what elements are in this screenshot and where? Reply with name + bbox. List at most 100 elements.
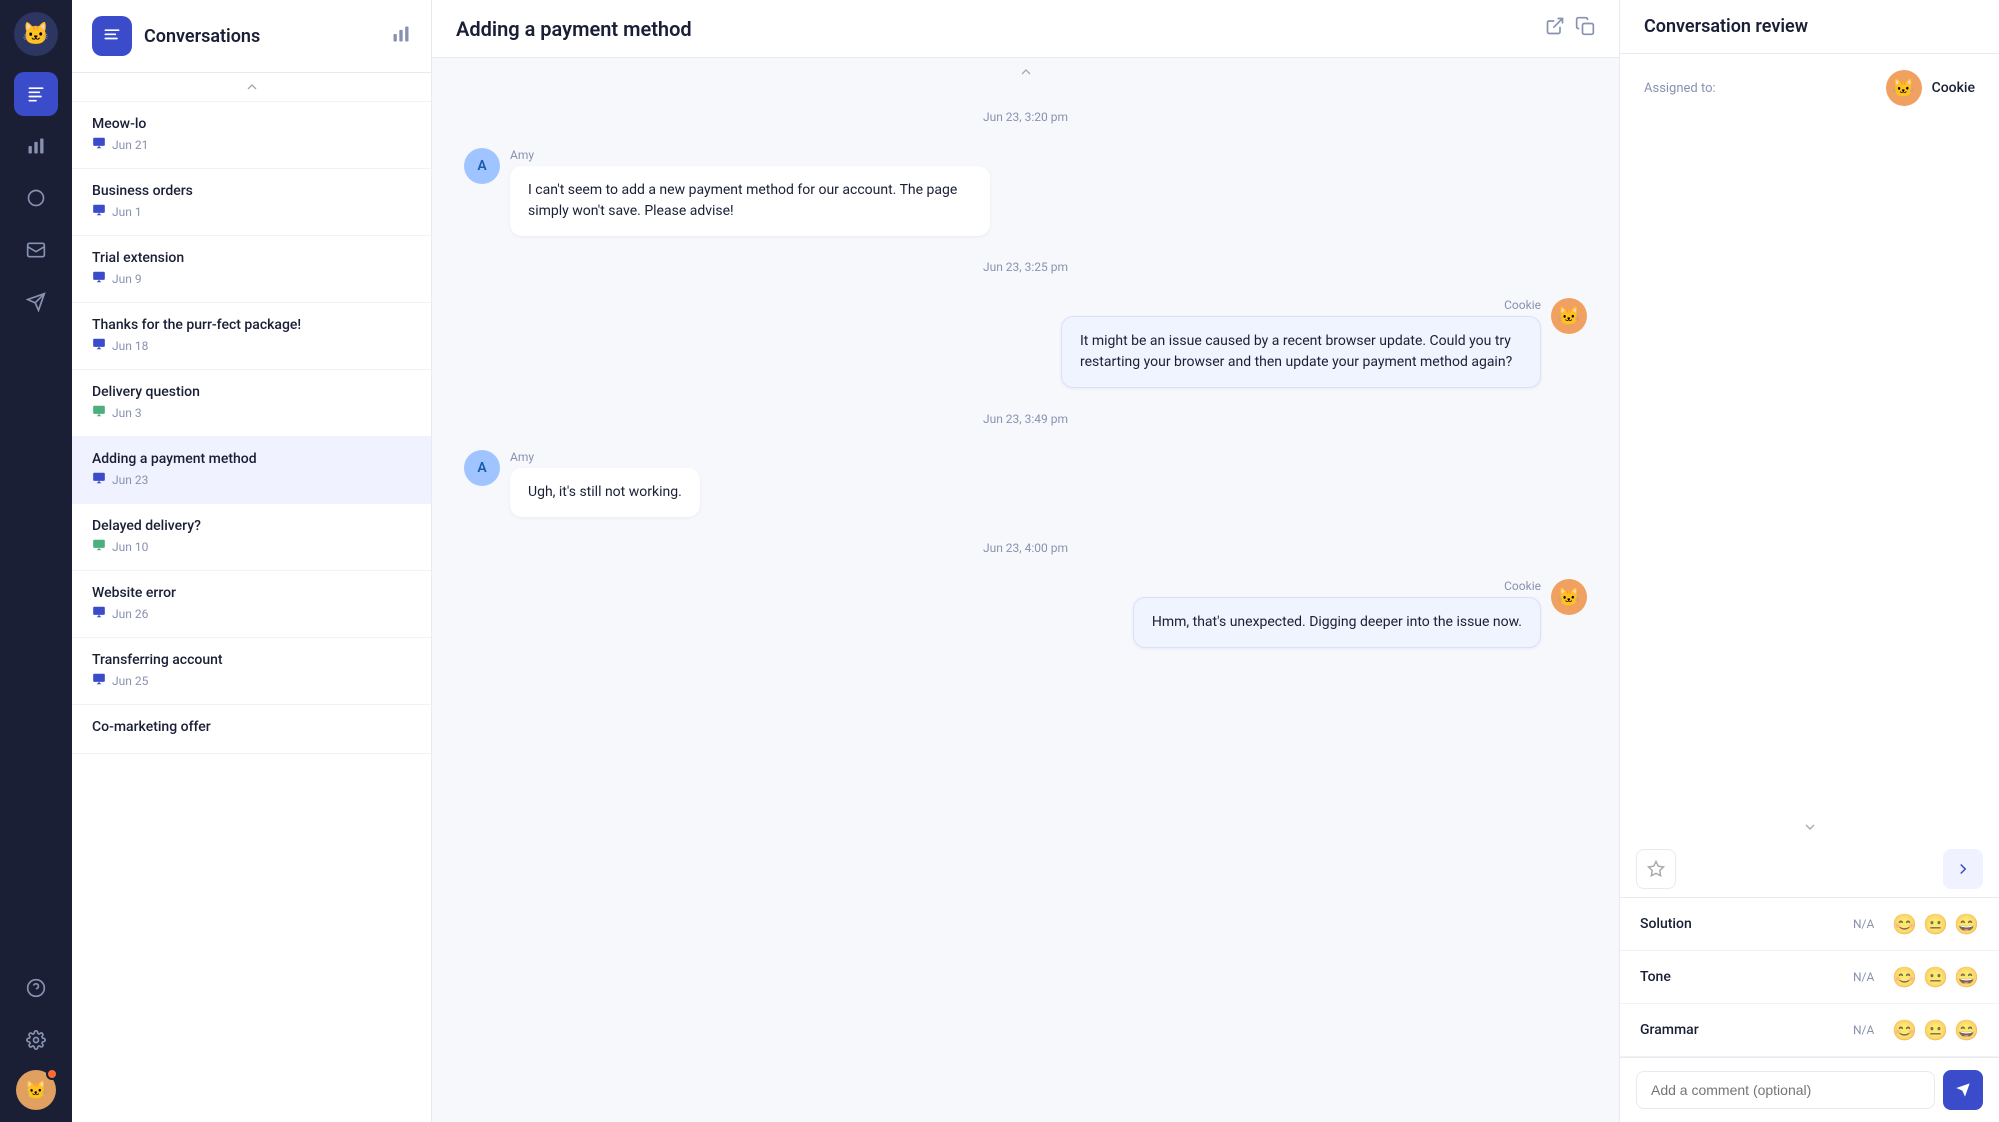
- sidebar-item-delivery-question[interactable]: Delivery question Jun 3: [72, 370, 431, 437]
- zendesk-icon: [92, 270, 106, 288]
- emoji-tone[interactable]: 😊: [1892, 965, 1917, 989]
- sidebar-stats-icon[interactable]: [391, 24, 411, 49]
- emoji-grammar[interactable]: 😐: [1923, 1018, 1948, 1042]
- zendesk-icon: [92, 672, 106, 690]
- message-avatar: 🐱: [1551, 298, 1587, 334]
- sidebar-item-date: Jun 3: [112, 406, 142, 420]
- sidebar-item-date: Jun 23: [112, 473, 148, 487]
- message-timestamp: Jun 23, 4:00 pm: [464, 541, 1587, 555]
- chat-header: Adding a payment method: [432, 0, 1619, 58]
- sidebar-item-meta: Jun 26: [92, 605, 411, 623]
- sidebar-header-icon: [92, 16, 132, 56]
- comment-section: [1620, 1057, 1999, 1122]
- sidebar-item-transferring-account[interactable]: Transferring account Jun 25: [72, 638, 431, 705]
- conversations-sidebar: Conversations Meow-lo Jun 21 Business or…: [72, 0, 432, 1122]
- zendesk-icon: [92, 337, 106, 355]
- sidebar-title: Conversations: [144, 26, 379, 47]
- review-row-grammar: Grammar N/A 😊😐😄: [1620, 1004, 1999, 1057]
- review-header: Conversation review: [1620, 0, 1999, 54]
- message-sender: Cookie: [1061, 298, 1541, 312]
- message-sender: Amy: [510, 148, 990, 162]
- sidebar-item-date: Jun 18: [112, 339, 148, 353]
- sidebar-item-title: Transferring account: [92, 652, 411, 668]
- emoji-solution[interactable]: 😊: [1892, 912, 1917, 936]
- forward-button[interactable]: [1943, 849, 1983, 889]
- sidebar-scroll-up[interactable]: [72, 73, 431, 102]
- sidebar-item-trial-extension[interactable]: Trial extension Jun 9: [72, 236, 431, 303]
- sidebar-item-title: Website error: [92, 585, 411, 601]
- review-ratings-section: Solution N/A 😊😐😄 Tone N/A 😊😐😄 Grammar N/…: [1620, 897, 1999, 1057]
- emoji-tone[interactable]: 😄: [1954, 965, 1979, 989]
- sidebar-item-title: Trial extension: [92, 250, 411, 266]
- message-avatar: A: [464, 450, 500, 486]
- review-na-label: N/A: [1853, 1023, 1874, 1037]
- inbox-nav-icon[interactable]: [14, 228, 58, 272]
- message-row: 🐱 Cookie Hmm, that's unexpected. Digging…: [464, 579, 1587, 648]
- chat-scroll-up[interactable]: [432, 58, 1619, 86]
- message-row: 🐱 Cookie It might be an issue caused by …: [464, 298, 1587, 388]
- assigned-label: Assigned to:: [1644, 81, 1716, 96]
- comment-input[interactable]: [1636, 1071, 1935, 1109]
- star-button[interactable]: [1636, 849, 1676, 889]
- emoji-solution[interactable]: 😄: [1954, 912, 1979, 936]
- conversations-nav-icon[interactable]: [14, 72, 58, 116]
- external-link-icon[interactable]: [1545, 16, 1565, 41]
- sidebar-header: Conversations: [72, 0, 431, 73]
- message-row: A Amy I can't seem to add a new payment …: [464, 148, 1587, 236]
- sidebar-item-title: Adding a payment method: [92, 451, 411, 467]
- emoji-tone[interactable]: 😐: [1923, 965, 1948, 989]
- sidebar-item-date: Jun 25: [112, 674, 148, 688]
- contacts-nav-icon[interactable]: [14, 176, 58, 220]
- emoji-solution[interactable]: 😐: [1923, 912, 1948, 936]
- send-comment-button[interactable]: [1943, 1070, 1983, 1110]
- assignee-avatar: 🐱: [1886, 70, 1922, 106]
- zendesk-icon: [92, 136, 106, 154]
- review-row-solution: Solution N/A 😊😐😄: [1620, 898, 1999, 951]
- message-bubble: Hmm, that's unexpected. Digging deeper i…: [1133, 597, 1541, 648]
- send-nav-icon[interactable]: [14, 280, 58, 324]
- sidebar-item-meta: Jun 18: [92, 337, 411, 355]
- sidebar-item-meow-lo[interactable]: Meow-lo Jun 21: [72, 102, 431, 169]
- sidebar-item-thanks-purr-fect[interactable]: Thanks for the purr-fect package! Jun 18: [72, 303, 431, 370]
- message-content: Cookie Hmm, that's unexpected. Digging d…: [1133, 579, 1541, 648]
- sidebar-item-meta: Jun 9: [92, 270, 411, 288]
- sidebar-item-meta: Jun 23: [92, 471, 411, 489]
- user-avatar[interactable]: 🐱: [16, 1070, 56, 1110]
- message-timestamp: Jun 23, 3:20 pm: [464, 110, 1587, 124]
- message-sender: Amy: [510, 450, 700, 464]
- conversation-list: Meow-lo Jun 21 Business orders Jun 1 Tri…: [72, 102, 431, 1122]
- emoji-group: 😊😐😄: [1892, 1018, 1979, 1042]
- sidebar-item-delayed-delivery[interactable]: Delayed delivery? Jun 10: [72, 504, 431, 571]
- analytics-nav-icon[interactable]: [14, 124, 58, 168]
- freshdesk-icon: [92, 538, 106, 556]
- message-timestamp: Jun 23, 3:25 pm: [464, 260, 1587, 274]
- sidebar-item-co-marketing[interactable]: Co-marketing offer: [72, 705, 431, 754]
- right-panel: Conversation review Assigned to: 🐱 Cooki…: [1619, 0, 1999, 1122]
- main-chat-panel: Adding a payment method Jun 23, 3:20 pm …: [432, 0, 1619, 1122]
- sidebar-item-meta: Jun 10: [92, 538, 411, 556]
- review-row-tone: Tone N/A 😊😐😄: [1620, 951, 1999, 1004]
- sidebar-item-title: Delivery question: [92, 384, 411, 400]
- emoji-grammar[interactable]: 😊: [1892, 1018, 1917, 1042]
- settings-nav-icon[interactable]: [14, 1018, 58, 1062]
- chat-messages: Jun 23, 3:20 pm A Amy I can't seem to ad…: [432, 86, 1619, 1122]
- sidebar-item-meta: Jun 21: [92, 136, 411, 154]
- message-bubble: Ugh, it's still not working.: [510, 468, 700, 517]
- emoji-group: 😊😐😄: [1892, 912, 1979, 936]
- message-avatar: A: [464, 148, 500, 184]
- sidebar-item-website-error[interactable]: Website error Jun 26: [72, 571, 431, 638]
- sidebar-item-adding-payment[interactable]: Adding a payment method Jun 23: [72, 437, 431, 504]
- assignee-name: Cookie: [1932, 80, 1975, 96]
- emoji-grammar[interactable]: 😄: [1954, 1018, 1979, 1042]
- help-nav-icon[interactable]: [14, 966, 58, 1010]
- right-panel-scroll-down[interactable]: [1620, 813, 1999, 841]
- copy-icon[interactable]: [1575, 16, 1595, 41]
- message-sender: Cookie: [1133, 579, 1541, 593]
- message-bubble: It might be an issue caused by a recent …: [1061, 316, 1541, 388]
- app-logo: 🐱: [14, 12, 58, 56]
- sidebar-item-business-orders[interactable]: Business orders Jun 1: [72, 169, 431, 236]
- chat-title: Adding a payment method: [456, 17, 1533, 41]
- message-avatar: 🐱: [1551, 579, 1587, 615]
- left-navigation: 🐱 🐱: [0, 0, 72, 1122]
- review-row-label: Solution: [1640, 916, 1843, 932]
